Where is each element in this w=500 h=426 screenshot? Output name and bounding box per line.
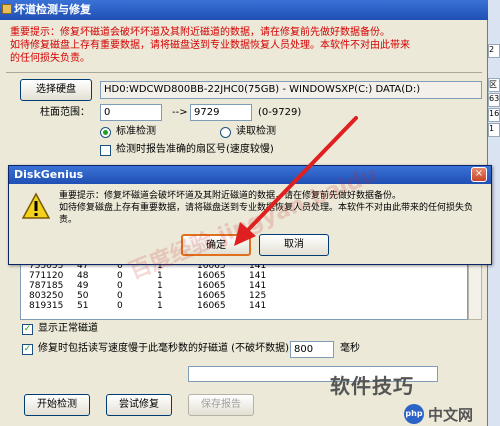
brand-watermark: 软件技巧 php 中文网 bbox=[330, 370, 500, 426]
php-site-text: 中文网 bbox=[428, 406, 474, 424]
brand-text: 软件技巧 bbox=[330, 374, 414, 398]
php-logo-icon: php bbox=[404, 404, 424, 424]
